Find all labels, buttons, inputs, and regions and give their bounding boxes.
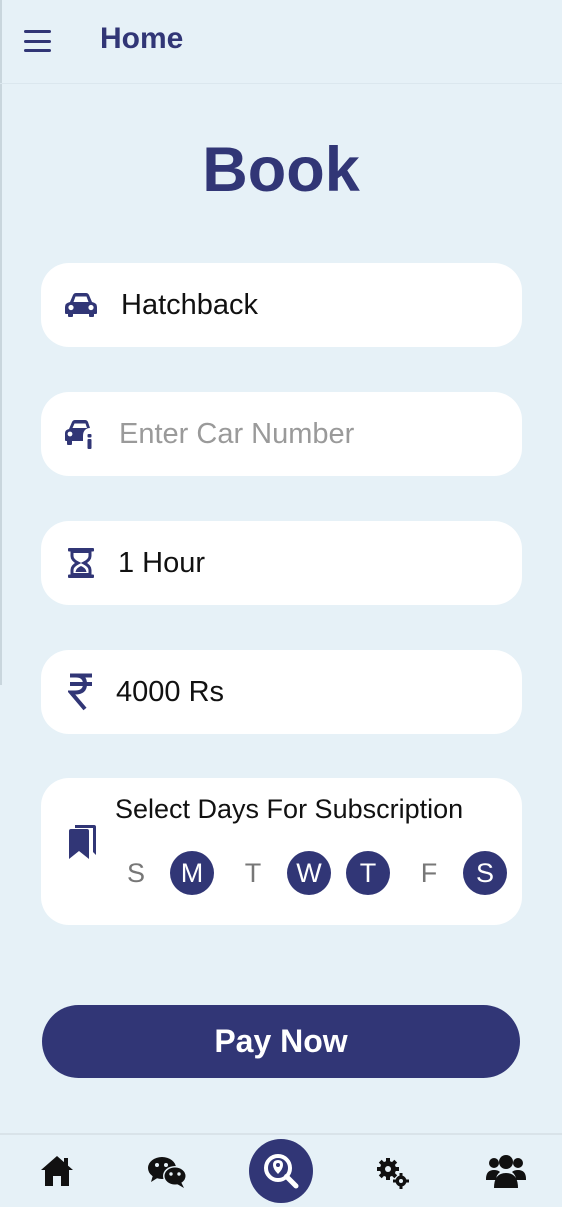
day-label: S xyxy=(126,857,145,888)
duration-field[interactable]: 1 Hour xyxy=(41,521,522,605)
car-icon xyxy=(63,292,99,318)
car-number-input[interactable] xyxy=(119,412,499,456)
page-title: Book xyxy=(202,135,360,205)
car-number-field[interactable] xyxy=(41,392,522,476)
day-label: M xyxy=(180,857,204,888)
day-label: T xyxy=(244,857,262,888)
day-label: T xyxy=(359,857,377,888)
hamburger-menu-icon[interactable] xyxy=(24,30,52,52)
price-value: 4000 Rs xyxy=(116,676,225,708)
day-tuesday[interactable]: T xyxy=(231,851,275,895)
day-label: W xyxy=(296,857,322,888)
day-thursday[interactable]: T xyxy=(346,851,390,895)
day-sunday[interactable]: S xyxy=(114,851,158,895)
home-icon[interactable] xyxy=(39,1154,75,1188)
chat-icon[interactable] xyxy=(147,1155,189,1189)
app-bar: Home xyxy=(0,0,562,84)
rupee-icon xyxy=(68,673,94,711)
bottom-nav xyxy=(0,1133,562,1207)
car-type-field[interactable]: Hatchback xyxy=(41,263,522,347)
duration-value: 1 Hour xyxy=(118,547,206,579)
day-wednesday[interactable]: W xyxy=(287,851,331,895)
day-label: S xyxy=(475,857,494,888)
hourglass-icon xyxy=(67,547,95,579)
app-bar-title: Home xyxy=(100,22,184,55)
price-field: 4000 Rs xyxy=(41,650,522,734)
day-label: F xyxy=(420,857,438,888)
bookmarks-icon xyxy=(67,824,97,865)
car-type-value: Hatchback xyxy=(121,289,259,321)
booking-screen: Home Book Hatchback Enter Car Number 1 H… xyxy=(0,0,562,1207)
location-search-icon[interactable] xyxy=(249,1139,313,1203)
subscription-card: Select Days For Subscription S M T W T F… xyxy=(41,778,522,925)
day-saturday[interactable]: S xyxy=(463,851,507,895)
users-icon[interactable] xyxy=(485,1153,527,1189)
car-info-icon xyxy=(63,417,97,451)
day-friday[interactable]: F xyxy=(407,851,451,895)
drawer-edge xyxy=(0,0,2,685)
pay-now-button[interactable]: Pay Now xyxy=(42,1005,520,1078)
settings-icon[interactable] xyxy=(376,1157,410,1189)
day-monday[interactable]: M xyxy=(170,851,214,895)
subscription-title: Select Days For Subscription xyxy=(115,794,464,824)
